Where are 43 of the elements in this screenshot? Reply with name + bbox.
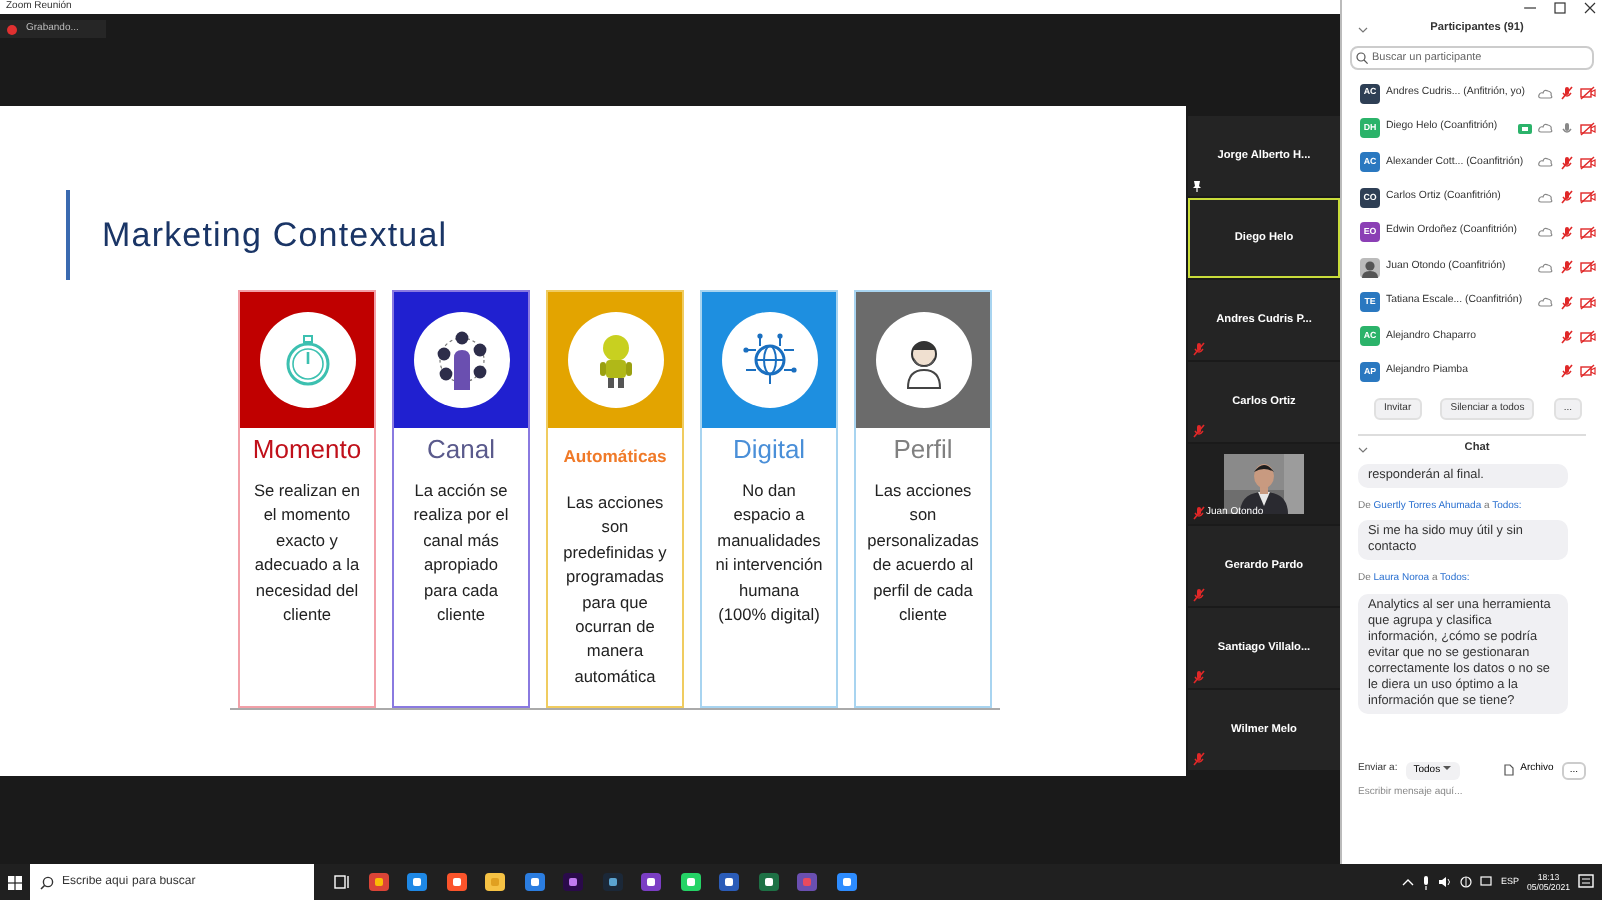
slide-title: Marketing Contextual (102, 213, 448, 258)
collapse-icon[interactable] (1358, 25, 1368, 33)
card-title: Perfil (893, 434, 953, 466)
app-icon[interactable] (445, 872, 467, 892)
search-icon (40, 875, 54, 889)
microphone-icon[interactable] (1422, 875, 1431, 889)
app-icon[interactable] (835, 872, 857, 892)
app-icon[interactable] (484, 872, 506, 892)
network-icon[interactable] (1460, 876, 1473, 888)
card-title: Digital (732, 434, 806, 466)
notifications-icon[interactable] (1578, 874, 1594, 890)
app-icon[interactable] (640, 872, 662, 892)
speaker-icon[interactable] (1438, 876, 1453, 888)
task-view-icon[interactable] (334, 874, 350, 890)
app-icon[interactable] (601, 872, 623, 892)
display-icon[interactable] (1480, 876, 1493, 888)
maximize-icon[interactable] (1554, 2, 1566, 14)
app-icon[interactable] (718, 872, 740, 892)
card-text: Se realizan en el momento exacto y adecuado a la necesidad del cliente (251, 478, 363, 627)
recording-icon (6, 23, 18, 35)
globe-network-icon (739, 330, 799, 390)
app-icon[interactable] (406, 872, 428, 892)
app-icon[interactable] (679, 872, 701, 892)
person-avatar-icon (1360, 257, 1380, 278)
app-icon[interactable] (523, 872, 545, 892)
card-text: Las acciones son personalizadas de acuerdo al perfil de cada cliente (865, 478, 981, 627)
card-title: Canal (427, 434, 495, 466)
app-icon[interactable] (562, 872, 584, 892)
card-text: No dan espacio a manualidades ni intervención humana (100% digital) (713, 478, 825, 627)
windows-logo-icon[interactable] (8, 875, 22, 889)
caret-icon (1442, 763, 1453, 772)
card-title: Momento (252, 434, 362, 466)
file-icon (1504, 764, 1515, 777)
minimize-icon[interactable] (1524, 2, 1536, 14)
chevron-up-icon[interactable] (1402, 878, 1415, 886)
card-title: Automáticas (563, 444, 667, 470)
app-icon[interactable] (367, 872, 389, 892)
collapse-icon[interactable] (1358, 445, 1368, 454)
card-text: Las acciones son predefinidas y programadas para que ocurran de manera automática (561, 490, 669, 689)
search-icon (1356, 52, 1368, 64)
app-icon[interactable] (757, 872, 779, 892)
close-icon[interactable] (1584, 2, 1596, 14)
card-text: La acción se realiza por el canal más apropiado para cada cliente (411, 478, 511, 627)
